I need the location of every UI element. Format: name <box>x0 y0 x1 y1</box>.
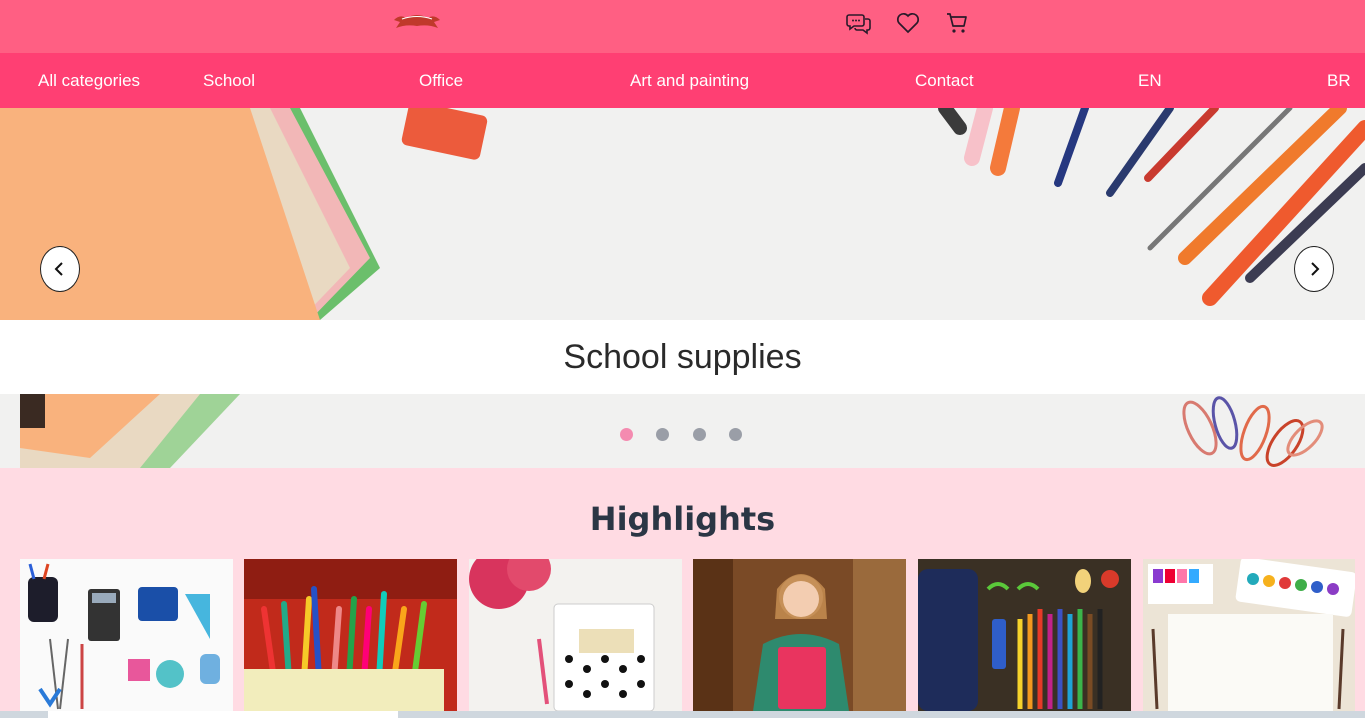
carousel-indicators <box>0 428 1365 442</box>
bottom-strip <box>0 711 1365 718</box>
notebook-image <box>469 559 655 711</box>
nav-school[interactable]: School <box>203 53 255 108</box>
main-nav: All categories School Office Art and pai… <box>0 53 1365 108</box>
chevron-right-icon <box>1311 262 1320 276</box>
brand-logo[interactable] <box>392 10 442 32</box>
highlight-card-pencil-holder[interactable] <box>244 559 457 711</box>
student-image <box>693 559 906 711</box>
bottom-strip-highlight <box>48 711 398 718</box>
chat-icon[interactable] <box>846 10 872 36</box>
slide-caption: School supplies <box>563 337 802 376</box>
highlight-card-notebook[interactable] <box>469 559 682 711</box>
cart-icon[interactable] <box>944 10 970 36</box>
slide-caption-band: School supplies <box>0 320 1365 394</box>
nav-contact[interactable]: Contact <box>915 53 974 108</box>
carousel-dot-1[interactable] <box>620 428 633 441</box>
highlights-title: Highlights <box>589 500 776 538</box>
nav-office[interactable]: Office <box>419 53 463 108</box>
hero-carousel: School supplies <box>0 108 1365 468</box>
carousel-dot-3[interactable] <box>693 428 706 441</box>
chevron-left-icon <box>54 262 63 276</box>
highlight-card-student[interactable] <box>693 559 906 711</box>
highlight-card-pencil-case[interactable] <box>918 559 1131 711</box>
highlight-card-office-tools[interactable] <box>20 559 233 711</box>
office-tools-image <box>28 563 220 710</box>
pencil-holder-image <box>244 559 457 711</box>
nav-all-categories[interactable]: All categories <box>38 53 140 108</box>
language-br[interactable]: BR <box>1327 53 1351 108</box>
nav-art-and-painting[interactable]: Art and painting <box>630 53 749 108</box>
carousel-prev-button[interactable] <box>40 246 80 292</box>
top-bar <box>0 0 1365 53</box>
carousel-dot-4[interactable] <box>729 428 742 441</box>
hero-image <box>0 108 1365 468</box>
carousel-next-button[interactable] <box>1294 246 1334 292</box>
pencil-case-image <box>918 569 1119 711</box>
carousel-dot-2[interactable] <box>656 428 669 441</box>
language-en[interactable]: EN <box>1138 53 1162 108</box>
watercolor-image <box>1148 559 1355 711</box>
heart-icon[interactable] <box>895 10 921 36</box>
highlight-card-watercolor[interactable] <box>1143 559 1355 711</box>
